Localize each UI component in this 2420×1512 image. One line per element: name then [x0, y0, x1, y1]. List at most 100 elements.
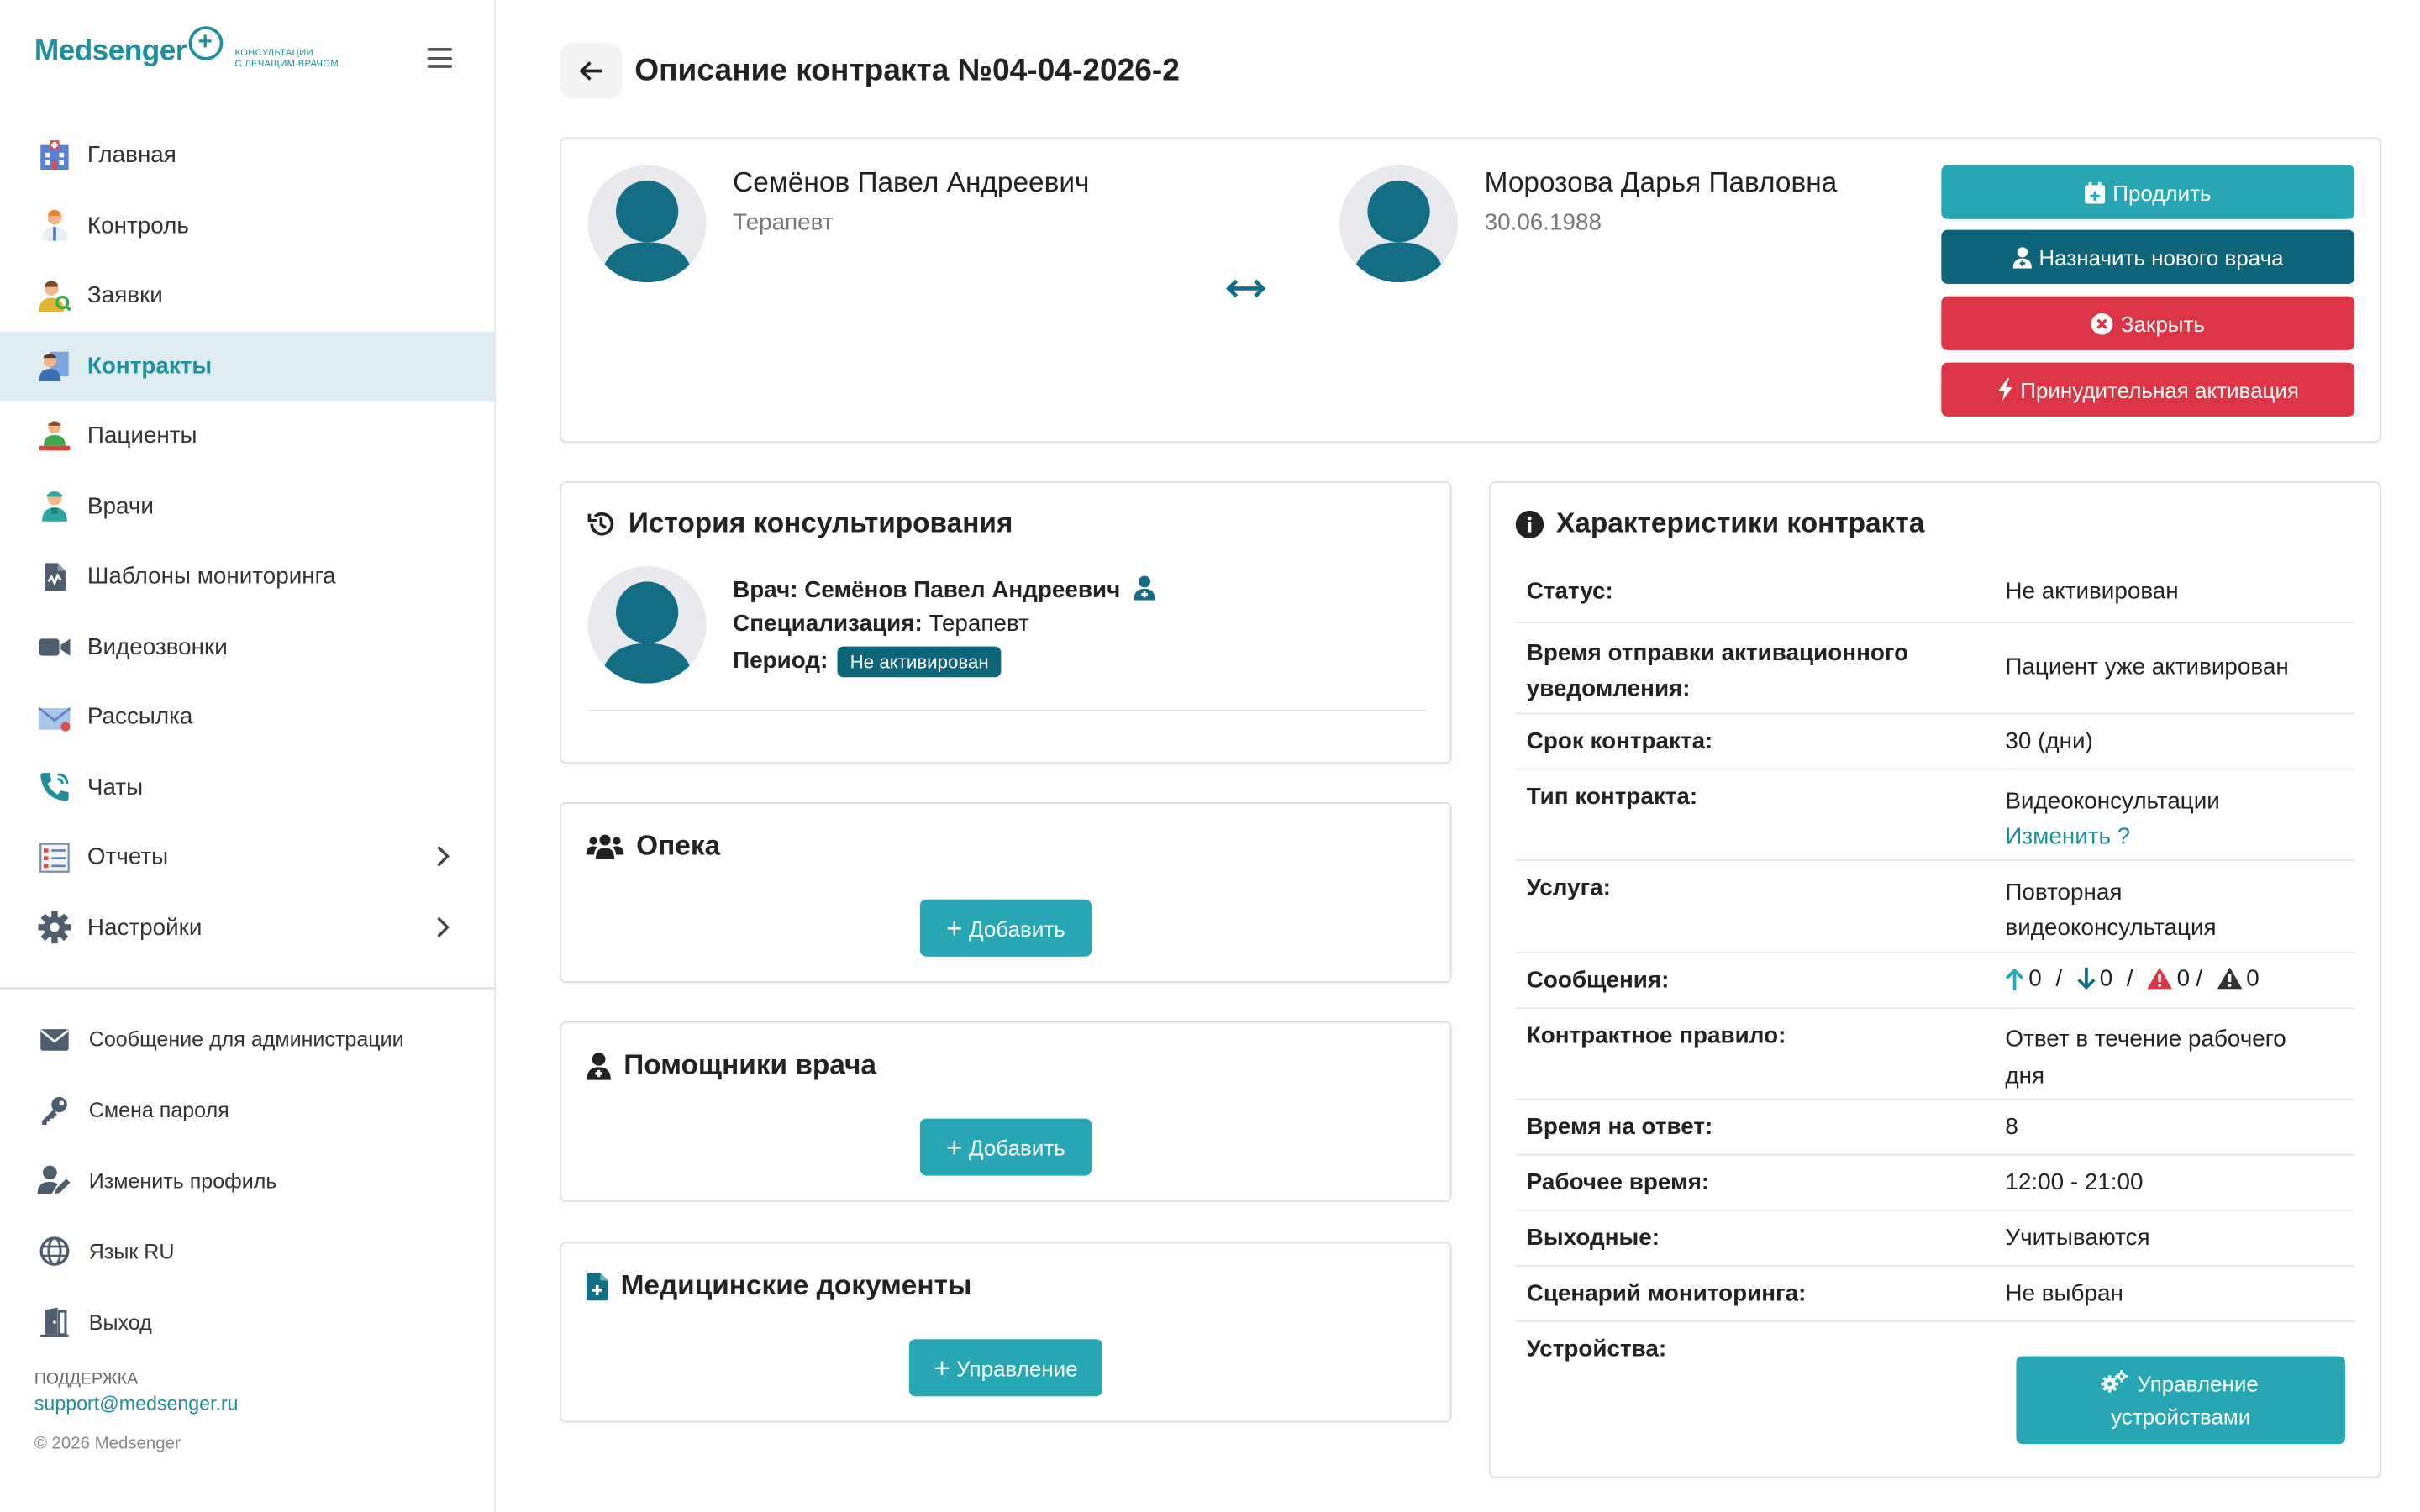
prop-value: Ответ в течение рабочего дня — [2005, 1007, 2355, 1100]
history-title-text: История консультирования — [628, 507, 1013, 539]
history-period: Период: Не активирован — [733, 646, 1002, 678]
status-badge: Не активирован — [837, 646, 1002, 678]
swap-arrows-icon — [1224, 276, 1268, 309]
assistants-title-text: Помощники врача — [623, 1048, 877, 1080]
history-doctor-name[interactable]: Семёнов Павел Андреевич — [804, 577, 1120, 603]
properties-title: Характеристики контракта — [1515, 507, 1924, 540]
prop-value: Пациент уже активирован — [2005, 622, 2355, 714]
prop-key: Время на ответ: — [1515, 1098, 2006, 1155]
change-type-link[interactable]: Изменить ? — [2005, 823, 2130, 849]
prop-key: Сообщения: — [1515, 952, 2006, 1009]
extend-label: Продлить — [2112, 179, 2212, 205]
contract-icon — [38, 349, 72, 383]
prop-row-notification: Время отправки активационного уведомлени… — [1515, 622, 2355, 714]
nav-item-contracts[interactable]: Контракты — [0, 330, 495, 402]
force-activation-label: Принудительная активация — [2020, 377, 2299, 402]
prop-key: Время отправки активационного уведомлени… — [1515, 622, 2006, 714]
nav-item-settings[interactable]: Настройки — [0, 893, 494, 963]
prop-key: Выходные: — [1515, 1209, 2006, 1267]
manage-devices-button[interactable]: Управление устройствами — [2016, 1356, 2345, 1445]
main-content: Описание контракта №04-04-2026-2 Семёнов… — [497, 0, 2420, 1512]
doctor-name[interactable]: Семёнов Павел Андреевич — [733, 166, 1089, 199]
copyright: © 2026 Medsenger — [34, 1435, 181, 1454]
prop-value: 12:00 - 21:00 — [2005, 1153, 2355, 1210]
nav-item-change-password[interactable]: Смена пароля — [0, 1075, 494, 1146]
documents-title: Медицинские документы — [586, 1270, 971, 1303]
doctor-role: Терапевт — [733, 209, 834, 237]
nav-item-doctors[interactable]: Врачи — [0, 471, 494, 542]
brand-tagline: консультации с лечащим врачом — [234, 50, 338, 71]
nav-item-home[interactable]: Главная — [0, 120, 494, 191]
manage-documents-button[interactable]: + Управление — [908, 1339, 1102, 1397]
nav-item-admin-message[interactable]: Сообщение для администрации — [0, 1005, 494, 1075]
nav-item-logout[interactable]: Выход — [0, 1287, 494, 1357]
plus-icon: + — [946, 1131, 963, 1163]
nav-item-language[interactable]: Язык RU — [0, 1216, 494, 1287]
menu-toggle-icon[interactable] — [427, 47, 453, 68]
properties-table: Статус: Не активирован Время отправки ак… — [1515, 566, 2355, 1459]
page-title: Описание контракта №04-04-2026-2 — [634, 54, 1180, 88]
nav-item-edit-profile[interactable]: Изменить профиль — [0, 1146, 494, 1216]
assign-doctor-button[interactable]: Назначить нового врача — [1941, 229, 2355, 284]
users-icon — [586, 833, 624, 860]
prop-value: Не выбран — [2005, 1265, 2355, 1322]
history-title: История консультирования — [587, 507, 1013, 540]
nav-item-patients[interactable]: Пациенты — [0, 402, 494, 472]
nav-label: Рассылка — [87, 703, 193, 731]
nav-item-reports[interactable]: Отчеты — [0, 822, 494, 893]
close-contract-button[interactable]: Закрыть — [1941, 296, 2355, 350]
user-doctor-icon — [587, 1052, 612, 1079]
history-icon — [587, 509, 616, 538]
extend-button[interactable]: Продлить — [1941, 165, 2355, 219]
sidebar: Medsenger + консультации с лечащим врачом… — [0, 0, 497, 1512]
file-medical-icon — [586, 1272, 608, 1300]
chevron-right-icon[interactable] — [435, 914, 451, 938]
nav-item-requests[interactable]: Заявки — [0, 260, 494, 331]
nav-item-monitoring-templates[interactable]: Шаблоны мониторинга — [0, 542, 494, 612]
nav-item-chats[interactable]: Чаты — [0, 752, 494, 822]
support-email-link[interactable]: support@medsenger.ru — [34, 1394, 239, 1415]
consultation-history-card: История консультирования Врач: Семёнов П… — [560, 481, 1452, 764]
prop-value: Не активирован — [2005, 566, 2355, 623]
add-assistant-label: Добавить — [968, 1134, 1065, 1160]
prop-key: Рабочее время: — [1515, 1153, 2006, 1210]
nav-item-video-calls[interactable]: Видеозвонки — [0, 612, 494, 682]
messages-warning-count: 0 — [2176, 964, 2191, 992]
door-icon — [38, 1305, 72, 1339]
nav-item-control[interactable]: Контроль — [0, 191, 494, 261]
user-search-icon — [38, 279, 72, 312]
history-doctor-avatar — [587, 566, 707, 684]
chevron-right-icon[interactable] — [435, 844, 451, 869]
medical-documents-card: Медицинские документы + Управление — [560, 1242, 1452, 1423]
add-assistant-button[interactable]: + Добавить — [919, 1118, 1092, 1176]
brand-logo[interactable]: Medsenger + консультации с лечащим врачом — [34, 26, 339, 71]
user-doctor-icon[interactable] — [1133, 575, 1155, 601]
back-button[interactable] — [560, 43, 623, 99]
nav-item-mailing[interactable]: Рассылка — [0, 682, 494, 753]
prop-key: Статус: — [1515, 566, 2006, 623]
arrow-up-icon — [2005, 967, 2024, 990]
prop-row-working-hours: Рабочее время: 12:00 - 21:00 — [1515, 1153, 2355, 1210]
nav-label: Пациенты — [87, 423, 197, 449]
messages-sent-count: 0 — [2028, 964, 2042, 992]
prop-row-status: Статус: Не активирован — [1515, 566, 2355, 623]
guardianship-title: Опека — [586, 830, 721, 863]
nav-label: Настройки — [87, 914, 203, 941]
history-spec-label: Специализация: — [733, 611, 923, 638]
user-edit-icon — [37, 1164, 72, 1198]
nav-label: Чаты — [87, 774, 144, 801]
force-activation-button[interactable]: Принудительная активация — [1941, 362, 2355, 417]
nav-label: Контракты — [87, 353, 213, 380]
report-icon — [38, 841, 72, 874]
history-specialization: Специализация: Терапевт — [733, 611, 1029, 637]
nav-label: Врачи — [87, 493, 154, 520]
guardianship-card: Опека + Добавить — [560, 802, 1452, 983]
account-nav: Сообщение для администрации Смена пароля… — [0, 1005, 494, 1358]
patient-name[interactable]: Морозова Дарья Павловна — [1485, 166, 1838, 199]
guardianship-title-text: Опека — [636, 830, 721, 861]
add-guardian-button[interactable]: + Добавить — [919, 899, 1092, 957]
participants-card: Семёнов Павел Андреевич Терапевт Морозов… — [560, 137, 2381, 444]
prop-row-service: Услуга: Повторная видеоконсультация — [1515, 859, 2355, 953]
nav-label: Шаблоны мониторинга — [87, 563, 336, 591]
video-icon — [38, 630, 72, 664]
